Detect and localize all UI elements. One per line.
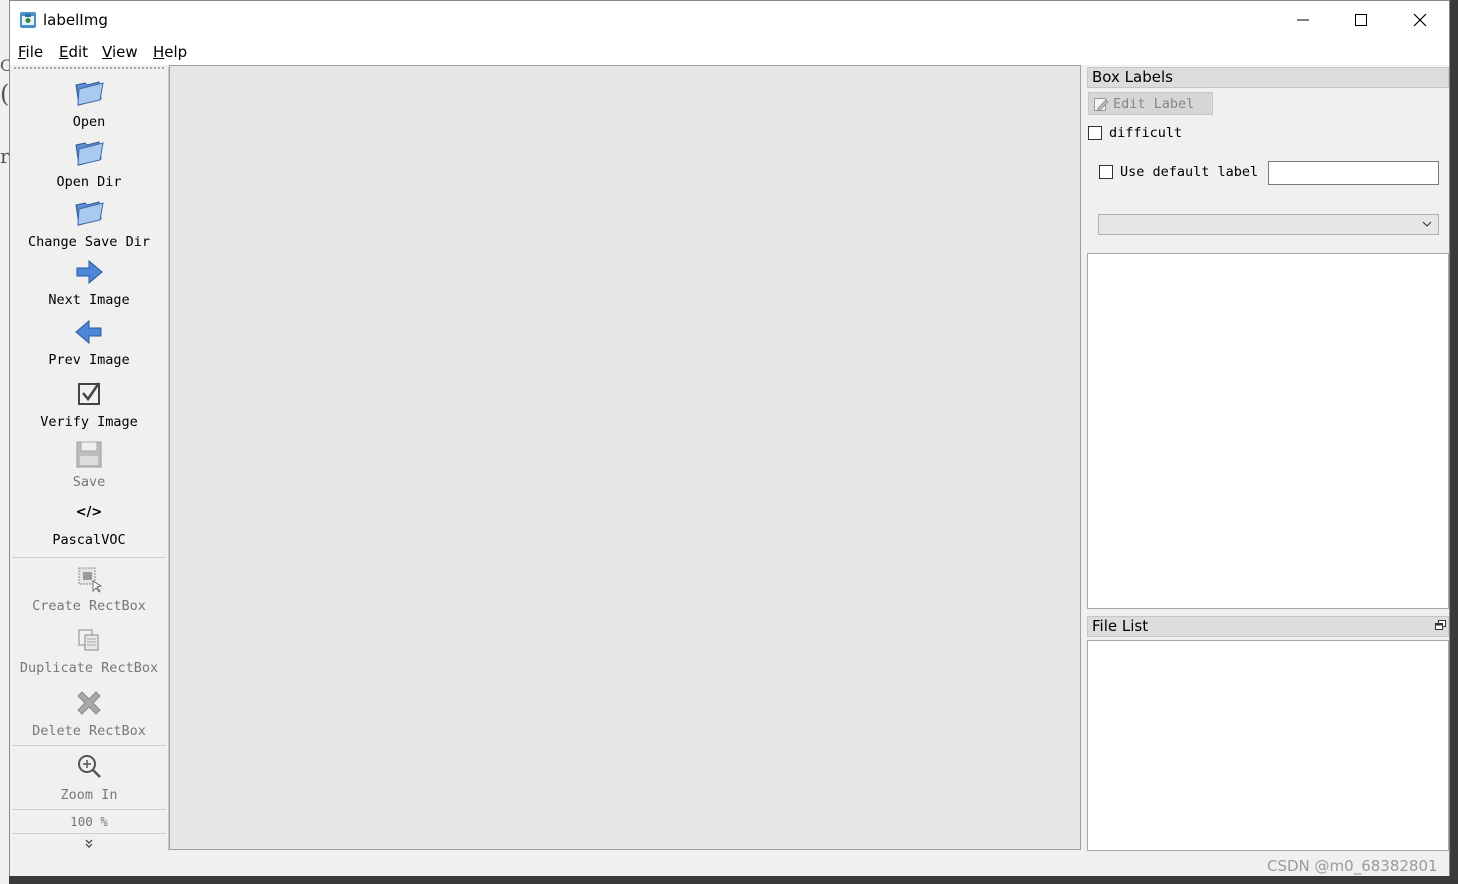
window-title: labelImg — [43, 11, 108, 29]
edit-pencil-icon — [1094, 98, 1109, 112]
dock-float-icon[interactable] — [1435, 620, 1446, 631]
zoom-level-spinbox[interactable]: 100 % — [10, 813, 168, 833]
box-labels-dock-title[interactable]: Box Labels — [1087, 67, 1449, 88]
toolbar-separator — [12, 557, 166, 558]
arrow-left-icon — [75, 319, 102, 345]
open-dir-button[interactable]: Open Dir — [10, 137, 168, 193]
change-save-dir-button[interactable]: Change Save Dir — [10, 197, 168, 253]
menu-file[interactable]: File — [18, 43, 43, 61]
menu-view[interactable]: View — [102, 43, 138, 61]
duplicate-icon — [78, 629, 99, 651]
close-icon — [1413, 13, 1427, 27]
arrow-right-icon — [76, 259, 103, 285]
menu-help[interactable]: Help — [153, 43, 187, 61]
create-rectbox-icon — [78, 567, 103, 593]
format-pascalvoc-button[interactable]: </> PascalVOC — [10, 501, 168, 553]
status-bar — [10, 851, 1449, 876]
labelimg-window: labelImg File Edit View Help Open Open D… — [9, 0, 1450, 876]
verify-image-button[interactable]: Verify Image — [10, 379, 168, 435]
prev-image-button[interactable]: Prev Image — [10, 317, 168, 373]
folder-open-icon — [75, 81, 104, 106]
toolbar-grip[interactable] — [14, 67, 164, 69]
code-tag-icon: </> — [75, 505, 103, 520]
folder-open-icon — [75, 201, 104, 226]
label-combobox[interactable] — [1098, 214, 1439, 235]
use-default-label-checkbox[interactable] — [1099, 165, 1113, 179]
checkbox-checked-icon — [78, 382, 101, 405]
chevron-double-down-icon — [85, 839, 93, 848]
maximize-icon — [1355, 14, 1367, 26]
zoom-in-button[interactable]: Zoom In — [10, 751, 168, 807]
maximize-button[interactable] — [1331, 1, 1389, 39]
background-desktop-strip: C ( r — [0, 0, 12, 884]
default-label-input[interactable] — [1268, 161, 1439, 185]
save-button[interactable]: Save — [10, 439, 168, 495]
next-image-button[interactable]: Next Image — [10, 257, 168, 313]
minimize-button[interactable] — [1273, 1, 1331, 39]
toolbar-separator — [12, 809, 166, 810]
minimize-icon — [1297, 19, 1309, 21]
image-canvas[interactable] — [169, 65, 1081, 850]
folder-open-icon — [75, 141, 104, 166]
watermark-text: CSDN @m0_68382801 — [1267, 857, 1438, 875]
edit-label-button[interactable]: Edit Label — [1088, 92, 1213, 115]
menu-bar: File Edit View Help — [10, 39, 1449, 65]
tools-toolbar: Open Open Dir Change Save Dir Next Image — [10, 67, 169, 851]
label-list[interactable] — [1087, 253, 1449, 609]
chevron-down-icon — [1422, 221, 1432, 227]
zoom-in-icon — [78, 755, 101, 778]
toolbar-separator — [12, 745, 166, 746]
file-list-dock-title[interactable]: File List — [1087, 616, 1449, 637]
difficult-label: difficult — [1109, 125, 1183, 141]
duplicate-rectbox-button[interactable]: Duplicate RectBox — [10, 625, 168, 681]
toolbar-extension-button[interactable] — [10, 837, 168, 851]
delete-x-icon — [77, 691, 101, 715]
close-button[interactable] — [1390, 1, 1448, 39]
menu-edit[interactable]: Edit — [59, 43, 88, 61]
difficult-checkbox[interactable] — [1088, 126, 1102, 140]
title-bar[interactable]: labelImg — [10, 1, 1449, 39]
labelimg-app-icon — [20, 12, 36, 28]
open-button[interactable]: Open — [10, 77, 168, 133]
file-list[interactable] — [1087, 640, 1449, 851]
create-rectbox-button[interactable]: Create RectBox — [10, 563, 168, 619]
toolbar-separator — [12, 833, 166, 834]
floppy-disk-icon — [76, 441, 102, 468]
delete-rectbox-button[interactable]: Delete RectBox — [10, 687, 168, 743]
use-default-label-label: Use default label — [1120, 164, 1259, 180]
